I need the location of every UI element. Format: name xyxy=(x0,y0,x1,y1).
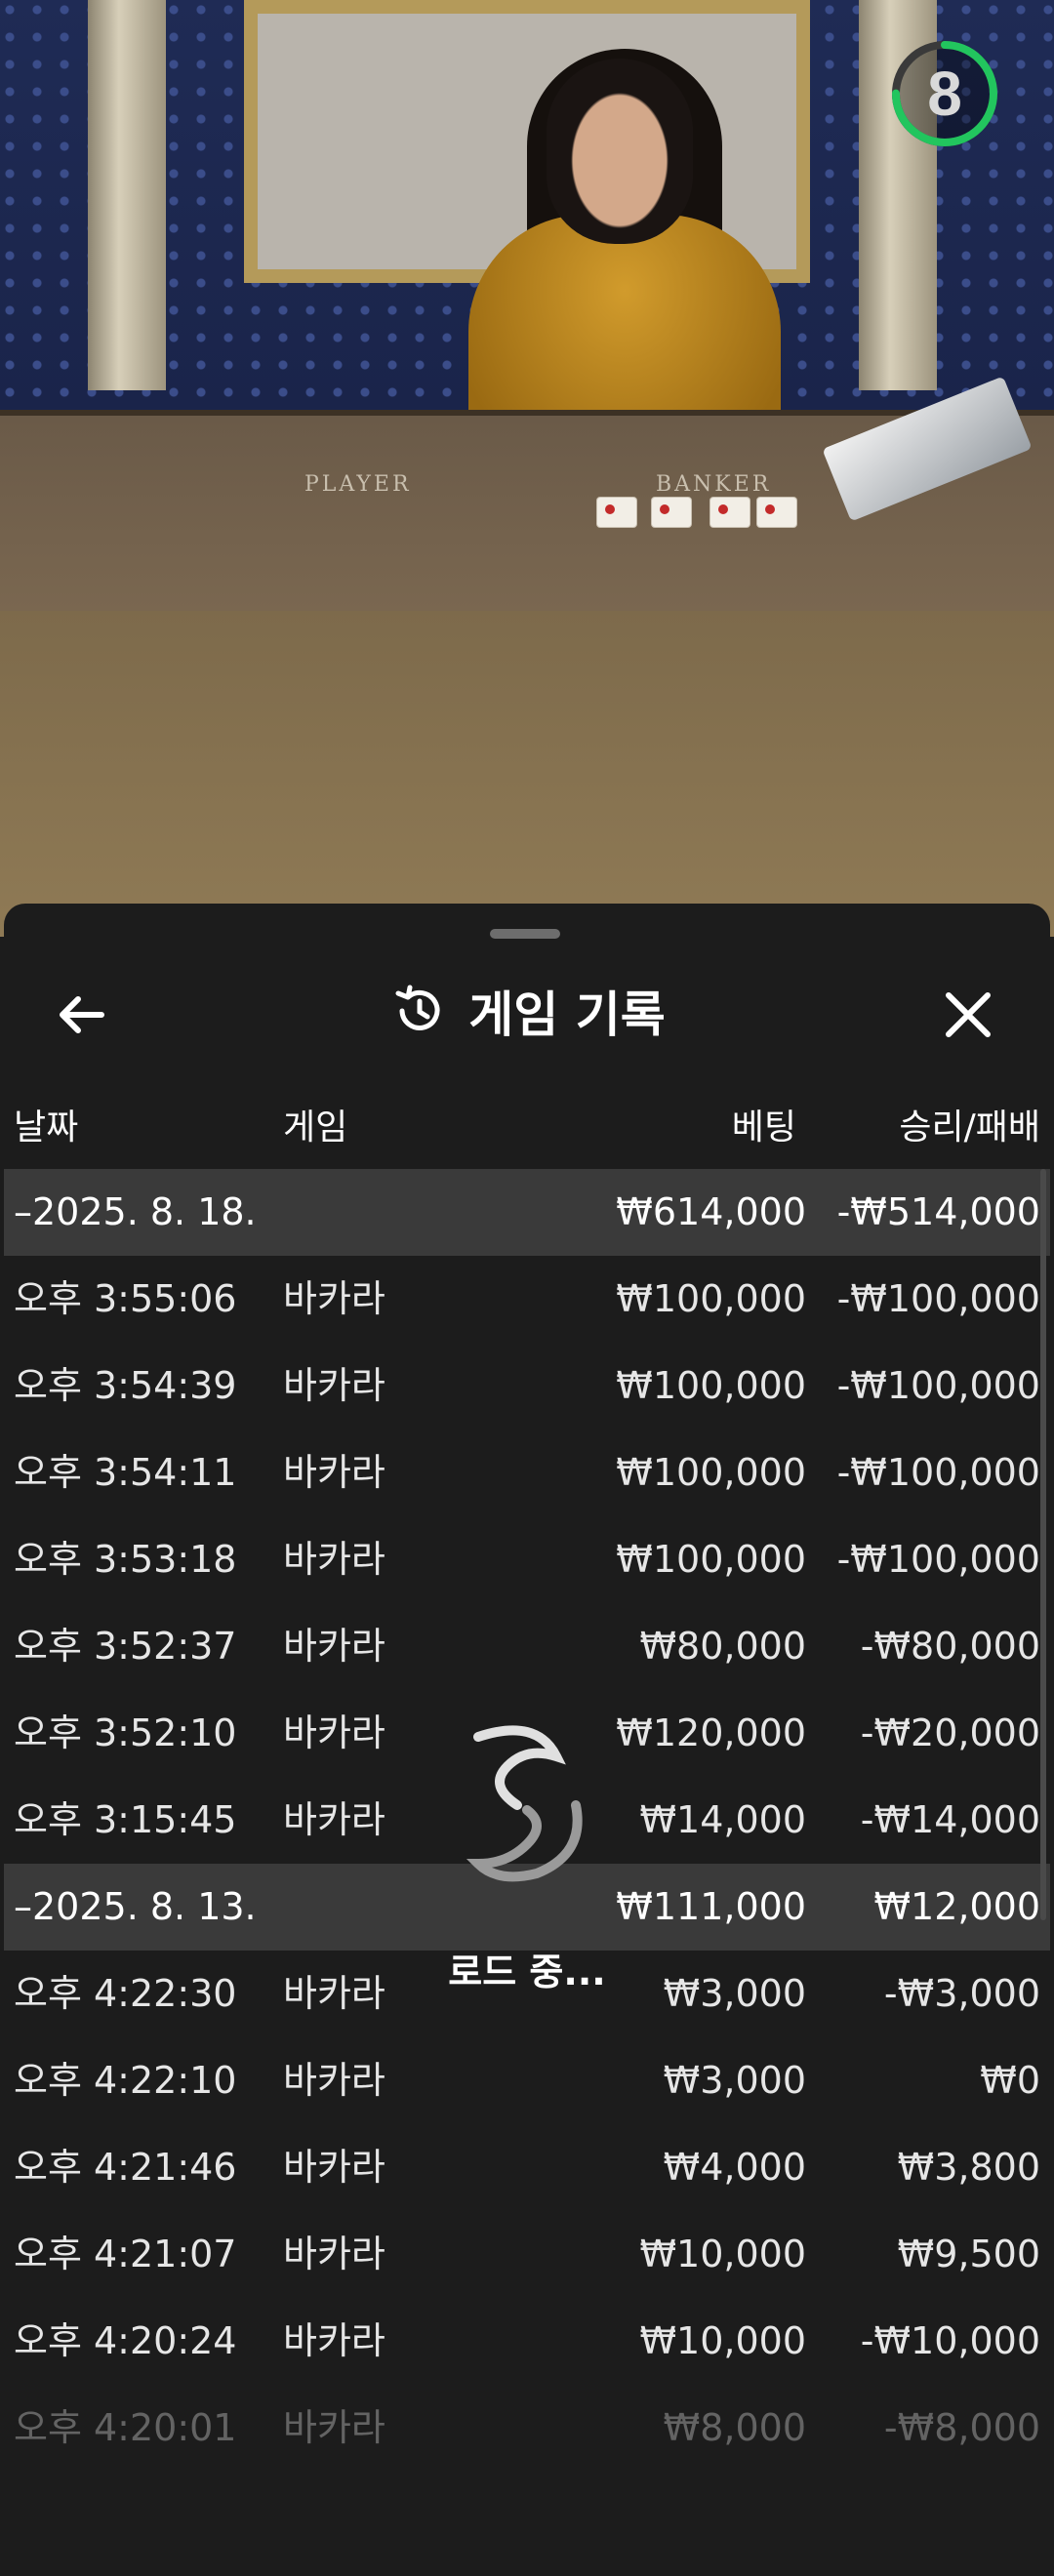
row-date: 오후 4:20:24 xyxy=(14,2319,237,2362)
table-row[interactable]: 오후 3:55:06 바카라 ₩100,000 -₩100,000 xyxy=(4,1256,1050,1343)
row-result: -₩514,000 xyxy=(836,1190,1040,1233)
row-game: 바카라 xyxy=(283,1798,385,1841)
date-group-row[interactable]: –2025. 8. 18. ₩614,000 -₩514,000 xyxy=(4,1169,1050,1256)
row-result: ₩3,800 xyxy=(897,2146,1040,2189)
row-date: 오후 3:54:39 xyxy=(14,1364,237,1407)
row-game: 바카라 xyxy=(283,2233,385,2275)
dealer-head xyxy=(547,59,693,244)
row-date: 오후 4:21:46 xyxy=(14,2146,237,2189)
row-game: 바카라 xyxy=(283,2319,385,2362)
row-date: 오후 4:22:10 xyxy=(14,2059,237,2102)
row-result: ₩0 xyxy=(980,2059,1040,2102)
row-game: 바카라 xyxy=(283,1277,385,1320)
row-bet: ₩10,000 xyxy=(639,2233,806,2275)
row-date: 오후 3:55:06 xyxy=(14,1277,237,1320)
row-bet: ₩100,000 xyxy=(616,1451,806,1494)
row-bet: ₩120,000 xyxy=(616,1711,806,1754)
row-date: 오후 3:52:37 xyxy=(14,1625,237,1668)
row-result: -₩8,000 xyxy=(883,2406,1040,2449)
row-date: 오후 3:54:11 xyxy=(14,1451,237,1494)
playing-card xyxy=(597,498,636,527)
table-label-banker: BANKER xyxy=(656,472,772,497)
row-result: -₩3,000 xyxy=(883,1972,1040,2015)
row-game: 바카라 xyxy=(283,2059,385,2102)
row-game: 바카라 xyxy=(283,1451,385,1494)
table-row[interactable]: 오후 4:22:10 바카라 ₩3,000 ₩0 xyxy=(4,2037,1050,2124)
table-row[interactable]: 오후 3:54:39 바카라 ₩100,000 -₩100,000 xyxy=(4,1343,1050,1429)
history-clock-icon xyxy=(395,985,440,1030)
row-bet: ₩614,000 xyxy=(616,1190,806,1233)
row-date: 오후 4:22:30 xyxy=(14,1972,237,2015)
playing-card xyxy=(710,498,750,527)
playing-card xyxy=(757,498,796,527)
row-bet: ₩80,000 xyxy=(639,1625,806,1668)
row-game: 바카라 xyxy=(283,1625,385,1668)
table-row[interactable]: 오후 3:52:37 바카라 ₩80,000 -₩80,000 xyxy=(4,1603,1050,1690)
column-header-date[interactable]: 날짜 xyxy=(14,1099,78,1157)
row-bet: ₩3,000 xyxy=(663,1972,806,2015)
row-bet: ₩100,000 xyxy=(616,1538,806,1581)
table-row[interactable]: 오후 4:21:07 바카라 ₩10,000 ₩9,500 xyxy=(4,2211,1050,2298)
playing-card xyxy=(652,498,691,527)
scrollbar[interactable] xyxy=(1040,1169,1046,1920)
row-game: 바카라 xyxy=(283,1711,385,1754)
loading-text: 로드 중... xyxy=(448,1951,606,1993)
row-result: -₩100,000 xyxy=(836,1364,1040,1407)
row-bet: ₩3,000 xyxy=(663,2059,806,2102)
sheet-header: 게임 기록 xyxy=(4,962,1050,1060)
row-date: 오후 3:15:45 xyxy=(14,1798,237,1841)
column-header-result[interactable]: 승리/패배 xyxy=(899,1099,1040,1157)
table-row[interactable]: 오후 3:53:18 바카라 ₩100,000 -₩100,000 xyxy=(4,1516,1050,1603)
close-icon[interactable] xyxy=(937,984,999,1046)
row-date: –2025. 8. 13. xyxy=(14,1885,257,1928)
row-date: 오후 3:52:10 xyxy=(14,1711,237,1754)
row-bet: ₩4,000 xyxy=(663,2146,806,2189)
countdown-number: 8 xyxy=(927,59,962,129)
table-row[interactable]: 오후 3:54:11 바카라 ₩100,000 -₩100,000 xyxy=(4,1429,1050,1516)
back-arrow-icon[interactable] xyxy=(51,984,113,1046)
row-result: -₩100,000 xyxy=(836,1451,1040,1494)
row-game: 바카라 xyxy=(283,1364,385,1407)
row-date: 오후 4:20:01 xyxy=(14,2406,237,2449)
row-result: -₩100,000 xyxy=(836,1538,1040,1581)
row-bet: ₩10,000 xyxy=(639,2319,806,2362)
row-result: ₩12,000 xyxy=(873,1885,1040,1928)
row-result: -₩20,000 xyxy=(860,1711,1040,1754)
table-row[interactable]: 오후 4:20:01 바카라 ₩8,000 -₩8,000 xyxy=(4,2385,1050,2472)
wall-pillar xyxy=(88,0,166,390)
row-bet: ₩100,000 xyxy=(616,1364,806,1407)
row-result: -₩14,000 xyxy=(860,1798,1040,1841)
column-header-game[interactable]: 게임 xyxy=(283,1099,347,1157)
row-game: 바카라 xyxy=(283,1538,385,1581)
row-result: -₩100,000 xyxy=(836,1277,1040,1320)
row-result: -₩80,000 xyxy=(860,1625,1040,1668)
row-game: 바카라 xyxy=(283,1972,385,2015)
live-video-stream: PLAYER BANKER 8 xyxy=(0,0,1054,937)
table-row[interactable]: 오후 4:20:24 바카라 ₩10,000 -₩10,000 xyxy=(4,2298,1050,2385)
row-game: 바카라 xyxy=(283,2406,385,2449)
table-row[interactable]: 오후 4:21:46 바카라 ₩4,000 ₩3,800 xyxy=(4,2124,1050,2211)
column-header-bet[interactable]: 베팅 xyxy=(732,1099,796,1157)
row-result: ₩9,500 xyxy=(897,2233,1040,2275)
row-result: -₩10,000 xyxy=(860,2319,1040,2362)
page-title: 게임 기록 xyxy=(468,986,666,1043)
table-label-player: PLAYER xyxy=(304,472,412,497)
title-group: 게임 기록 xyxy=(4,962,1050,1060)
row-bet: ₩111,000 xyxy=(616,1885,806,1928)
loading-spinner-icon xyxy=(466,1725,583,1882)
row-game: 바카라 xyxy=(283,2146,385,2189)
row-date: –2025. 8. 18. xyxy=(14,1190,257,1233)
row-bet: ₩14,000 xyxy=(639,1798,806,1841)
row-date: 오후 3:53:18 xyxy=(14,1538,237,1581)
row-bet: ₩8,000 xyxy=(663,2406,806,2449)
row-date: 오후 4:21:07 xyxy=(14,2233,237,2275)
drag-handle[interactable] xyxy=(490,929,560,939)
row-bet: ₩100,000 xyxy=(616,1277,806,1320)
